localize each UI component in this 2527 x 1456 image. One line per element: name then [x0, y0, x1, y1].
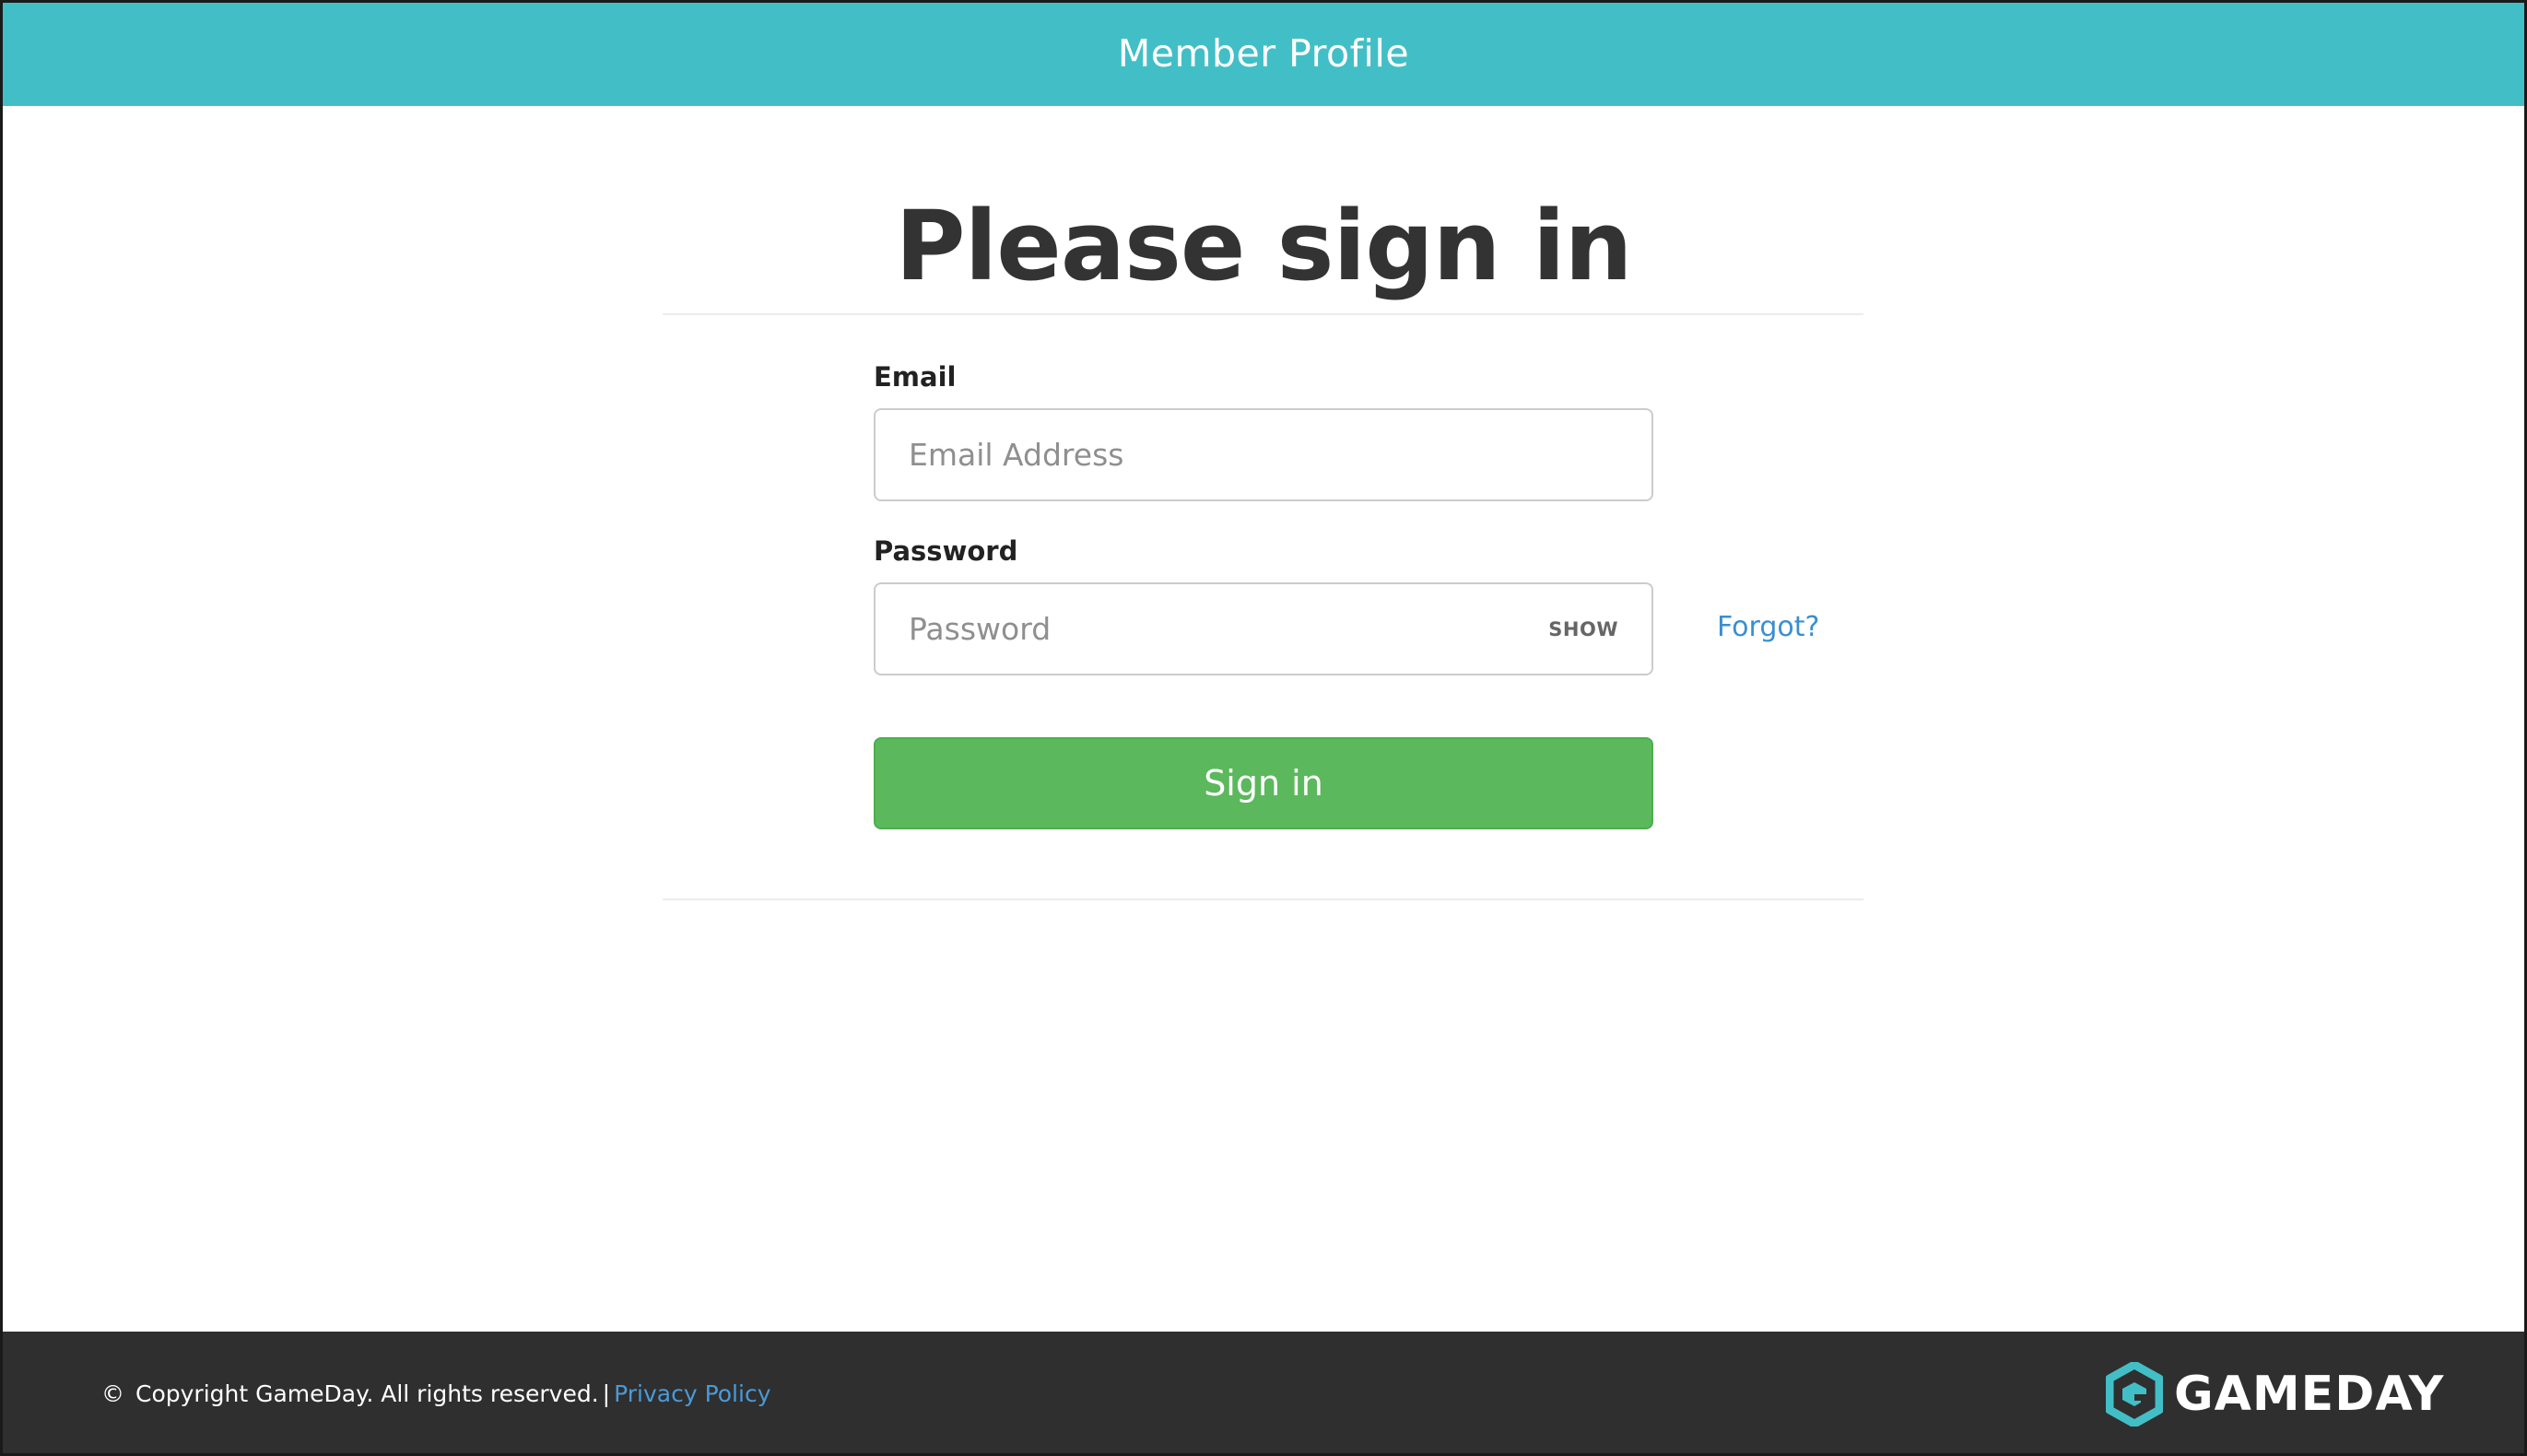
email-field[interactable] — [909, 410, 1618, 499]
forgot-password-link[interactable]: Forgot? — [1717, 611, 1819, 643]
copyright-symbol: © — [101, 1380, 124, 1407]
footer: © Copyright GameDay. All rights reserved… — [0, 1332, 2527, 1456]
privacy-policy-link[interactable]: Privacy Policy — [614, 1380, 770, 1407]
page-title: Please sign in — [895, 190, 1632, 302]
password-field-container: SHOW — [874, 582, 1653, 675]
footer-separator: | — [602, 1380, 611, 1407]
divider-bottom — [663, 898, 1863, 900]
top-header-bar: Member Profile — [0, 0, 2527, 106]
copyright-text: Copyright GameDay. All rights reserved. — [135, 1380, 599, 1407]
email-label: Email — [874, 361, 957, 393]
email-field-container — [874, 408, 1653, 501]
divider-top — [663, 313, 1863, 315]
main-content: Please sign in Email Password SHOW Forgo… — [0, 106, 2527, 1332]
header-title: Member Profile — [1117, 30, 1410, 76]
password-field[interactable] — [909, 584, 1538, 674]
gameday-logo: GAMEDAY — [2106, 1332, 2444, 1456]
sign-in-button[interactable]: Sign in — [874, 737, 1653, 829]
footer-copyright: © Copyright GameDay. All rights reserved… — [101, 1332, 770, 1456]
gameday-logo-text: GAMEDAY — [2174, 1366, 2445, 1422]
gameday-hexagon-logo-icon — [2106, 1361, 2163, 1427]
show-password-toggle[interactable]: SHOW — [1548, 618, 1618, 640]
password-label: Password — [874, 535, 1018, 567]
